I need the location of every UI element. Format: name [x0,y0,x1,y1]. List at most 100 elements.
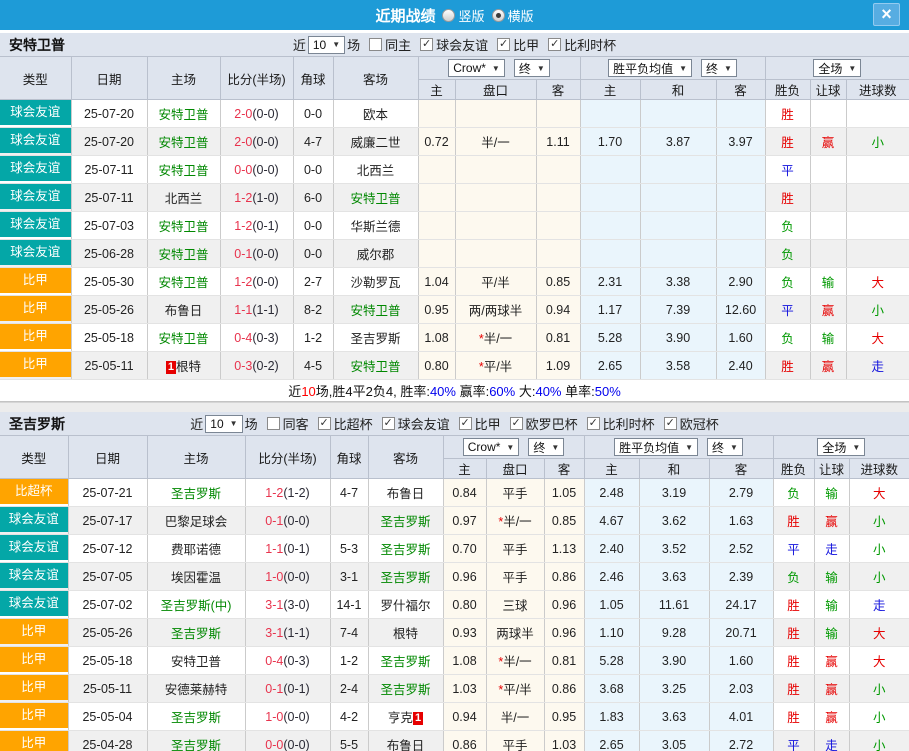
column-subheader: 盘口 [486,459,544,479]
team-name-text: 圣吉罗斯 [171,487,221,501]
result-text: 小 [873,739,886,751]
corner-cell: 7-4 [330,619,368,647]
handicap-away-odds-cell: 1.11 [536,128,580,156]
result-text: 平 [787,739,800,751]
score-cell: 3-1(1-1) [245,619,330,647]
column-header: 主场 [147,436,245,479]
date-cell: 25-07-11 [71,184,147,212]
handicap-line-text: 半/一 [481,136,509,150]
fullmatch-select[interactable]: 全场▼ [813,59,861,77]
avg-odds-select[interactable]: 胜平负均值▼ [614,438,698,456]
avg-odds-select[interactable]: 胜平负均值▼ [608,59,692,77]
handicap-away-odds-cell: 1.13 [544,535,584,563]
avg-draw-cell: 3.25 [639,675,709,703]
fulltime-score: 1-2 [265,486,283,500]
team-name-text: 圣吉罗斯 [380,571,430,585]
avg-draw-cell: 3.38 [640,268,716,296]
final-select-value: 终 [712,439,724,456]
league-checkbox-label: 欧罗巴杯 [526,414,578,433]
goals-result-cell: 大 [849,479,909,507]
halftime-score: (0-0) [252,247,278,261]
fulltime-score: 1-2 [234,219,252,233]
match-count-select[interactable]: 10▼ [205,415,242,433]
match-count-select[interactable]: 10▼ [308,36,345,54]
layout-radio-vertical[interactable]: 竖版 [442,6,484,25]
halftime-score: (1-0) [252,191,278,205]
company-select-value: Crow* [468,440,501,454]
same-venue-label: 同主 [385,35,411,54]
result-cell: 胜 [773,647,814,675]
avg-draw-cell [640,156,716,184]
result-text: 胜 [787,711,800,725]
avg-draw-cell: 7.39 [640,296,716,324]
corner-cell: 4-5 [293,352,333,380]
date-cell: 25-05-26 [68,619,147,647]
avg-home-cell: 1.10 [584,619,639,647]
company-select[interactable]: Crow*▼ [463,438,520,456]
match-row: 比甲25-05-26布鲁日1-1(1-1)8-2安特卫普0.95两/两球半0.9… [0,296,909,324]
team-name-text: 安特卫普 [158,136,208,150]
result-cell: 胜 [765,184,810,212]
column-subheader: 客 [709,459,773,479]
chevron-down-icon: ▼ [492,64,500,73]
avg-home-cell: 2.65 [584,731,639,751]
handicap-away-odds-cell: 0.95 [544,703,584,731]
avg-odds-select-value: 胜平负均值 [619,439,679,456]
corner-cell: 6-0 [293,184,333,212]
league-checkbox-label: 比利时杯 [564,35,616,54]
score-cell: 1-2(0-0) [220,268,293,296]
league-checkbox[interactable] [664,417,677,430]
window-title: 近期战绩 [375,5,435,26]
layout-radio-horizontal[interactable]: 横版 [492,6,534,25]
fullmatch-select[interactable]: 全场▼ [817,438,865,456]
handicap-line-text: 平手 [502,543,527,557]
goals-result-cell: 小 [849,563,909,591]
league-checkbox[interactable] [382,417,395,430]
company-select[interactable]: Crow*▼ [448,59,505,77]
handicap-away-odds-cell [536,184,580,212]
goals-result-cell [846,100,909,128]
avg-home-cell: 1.83 [584,703,639,731]
result-text: 输 [825,571,838,585]
column-header: 主场 [147,57,220,100]
handicap-line-cell: 平手 [486,479,544,507]
date-cell: 25-05-18 [68,647,147,675]
team-name-text: 亨克 [388,711,413,725]
match-row: 球会友谊25-07-12费耶诺德1-1(0-1)5-3圣吉罗斯0.70平手1.1… [0,535,909,563]
final-select[interactable]: 终▼ [701,59,737,77]
fulltime-score: 0-4 [265,654,283,668]
team-name-text: 安特卫普 [350,304,400,318]
header-row-controls: 类型日期主场比分(半场)角球客场Crow*▼终▼胜平负均值▼终▼全场▼ [0,436,909,459]
team-name-text: 圣吉罗斯 [380,655,430,669]
result-text: 输 [825,599,838,613]
team-name-text: 布鲁日 [165,304,203,318]
league-checkbox[interactable] [587,417,600,430]
handicap-line-cell: 平手 [486,535,544,563]
handicap-home-odds-cell: 1.04 [418,268,455,296]
league-checkbox[interactable] [497,38,510,51]
handicap-home-odds-cell: 0.72 [418,128,455,156]
league-checkbox[interactable] [510,417,523,430]
close-icon[interactable]: × [873,3,900,26]
radio-icon-vertical[interactable] [442,9,455,22]
final-select[interactable]: 终▼ [514,59,550,77]
same-venue-checkbox[interactable] [369,38,382,51]
league-checkbox[interactable] [548,38,561,51]
column-header: 比分(半场) [245,436,330,479]
same-venue-checkbox[interactable] [267,417,280,430]
avg-draw-cell: 3.90 [639,647,709,675]
team-name-text: 威廉二世 [350,136,400,150]
away-team-cell: 圣吉罗斯 [368,647,443,675]
final-select[interactable]: 终▼ [707,438,743,456]
league-checkbox[interactable] [459,417,472,430]
radio-icon-horizontal[interactable] [492,9,505,22]
league-checkbox[interactable] [420,38,433,51]
avg-home-cell [580,184,640,212]
league-badge: 球会友谊 [0,184,71,209]
home-team-cell: 布鲁日 [147,296,220,324]
home-team-cell: 费耶诺德 [147,535,245,563]
league-type-cell: 比超杯 [0,479,68,507]
final-select[interactable]: 终▼ [528,438,564,456]
team-name-text: 费耶诺德 [171,543,221,557]
league-checkbox[interactable] [318,417,331,430]
